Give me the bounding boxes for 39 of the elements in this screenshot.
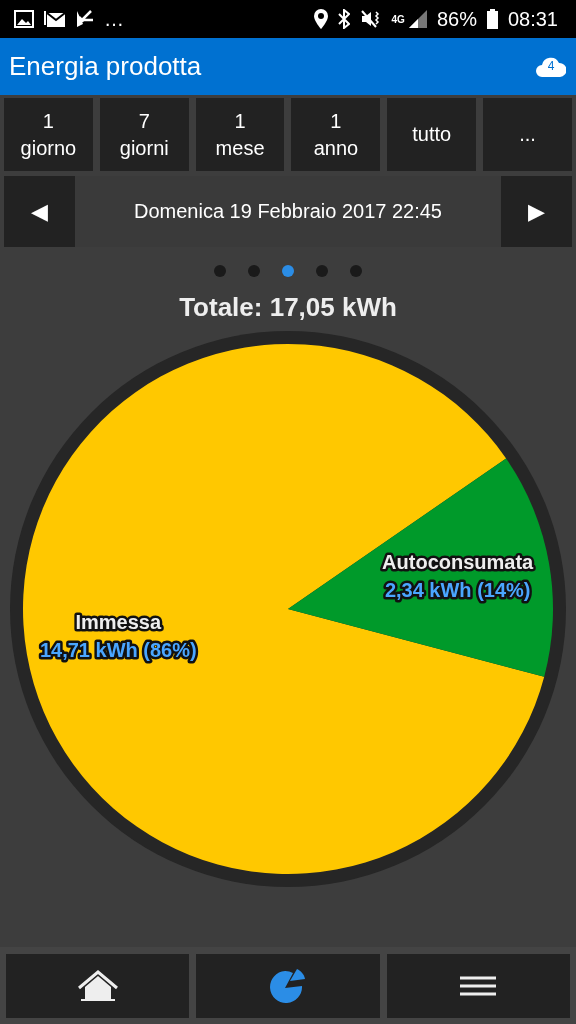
- network-type: 4G: [391, 13, 405, 25]
- clock: 08:31: [507, 7, 558, 31]
- menu-button[interactable]: [386, 954, 570, 1018]
- next-button[interactable]: ▶: [501, 176, 572, 247]
- pie-chart-icon: [269, 969, 307, 1003]
- screen-title: Energia prodotta: [9, 51, 203, 82]
- page-indicator-dot[interactable]: [316, 265, 328, 277]
- range-button[interactable]: 7 giorni: [99, 98, 189, 171]
- cloud-sync-button[interactable]: 4: [536, 55, 566, 78]
- battery-icon: [486, 9, 498, 29]
- range-button[interactable]: ...: [483, 98, 572, 171]
- previous-button[interactable]: ◀: [4, 176, 75, 247]
- mail-icon: [44, 10, 66, 28]
- page-indicator-dot[interactable]: [214, 265, 226, 277]
- slice-value: 14,71 kWh (86%): [39, 638, 197, 661]
- range-button[interactable]: 1 mese: [195, 98, 285, 171]
- date-label: Domenica 19 Febbraio 2017 22:45: [134, 200, 442, 223]
- vibrate-mute-icon: [359, 9, 382, 29]
- total-label: Totale: 17,05 kWh: [179, 292, 397, 323]
- home-icon: [77, 970, 118, 1002]
- home-button[interactable]: [6, 954, 190, 1018]
- page-indicator-dot[interactable]: [350, 265, 362, 277]
- battery-level: 86%: [436, 7, 477, 31]
- signal-icon: [408, 10, 427, 28]
- more-notifications: …: [104, 7, 124, 31]
- slice-label: Autoconsumata: [382, 551, 534, 574]
- chart-button[interactable]: [196, 954, 380, 1018]
- range-button[interactable]: 1 giorno: [4, 98, 93, 171]
- checklist-icon: [76, 10, 94, 28]
- menu-icon: [460, 976, 497, 996]
- page-indicator-dot[interactable]: [282, 265, 294, 277]
- bluetooth-icon: [337, 9, 350, 29]
- range-button[interactable]: tutto: [387, 98, 477, 171]
- image-icon: [14, 10, 34, 28]
- location-icon: [313, 9, 328, 29]
- range-button[interactable]: 1 anno: [291, 98, 381, 171]
- slice-value: 2,34 kWh (14%): [384, 579, 531, 602]
- slice-label: Immessa: [75, 610, 162, 633]
- page-indicator-dot[interactable]: [248, 265, 260, 277]
